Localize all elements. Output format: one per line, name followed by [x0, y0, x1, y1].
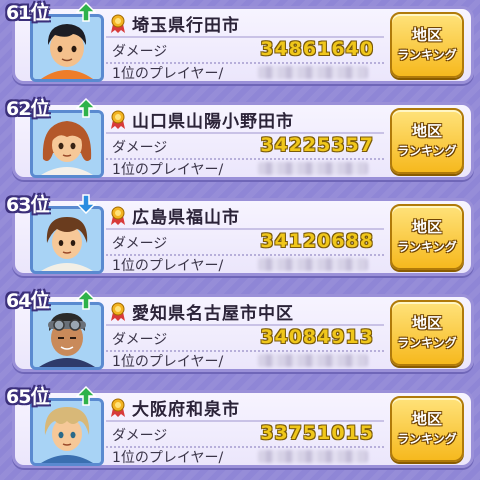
top-player-label: 1位のプレイヤー/: [112, 258, 224, 274]
avatar-girl-brown-hair-icon: [33, 113, 101, 175]
region-name: 埼玉県行田市: [132, 16, 240, 36]
top-player-label: 1位のプレイヤー/: [112, 450, 224, 466]
top-player-name-blurred: [258, 162, 368, 175]
rank-up-arrow-icon: [76, 2, 96, 22]
damage-value: 34225357: [260, 134, 374, 156]
medal-icon: [111, 110, 125, 129]
ranking-button-line2: ランキング: [397, 336, 457, 350]
ranking-button-line2: ランキング: [397, 432, 457, 446]
avatar-man-goggles-icon: [33, 305, 101, 367]
ranking-row: 62位 山口県山陽小野田市 ダメージ 34225357 1位のプレイヤー/ 地区…: [6, 96, 474, 182]
medal-icon: [111, 302, 125, 321]
top-player-label: 1位のプレイヤー/: [112, 354, 224, 370]
avatar-boy-blond-hair-icon: [33, 401, 101, 463]
top-player-name-blurred: [258, 258, 368, 271]
ranking-button-line1: 地区: [411, 26, 442, 44]
top-player-label: 1位のプレイヤー/: [112, 66, 224, 82]
damage-value: 34861640: [260, 38, 374, 60]
damage-label: ダメージ: [112, 44, 168, 60]
medal-icon: [111, 14, 125, 33]
rank-number: 65位: [6, 386, 49, 408]
ranking-button-line2: ランキング: [397, 144, 457, 158]
region-name: 山口県山陽小野田市: [132, 112, 294, 132]
ranking-button-line1: 地区: [411, 410, 442, 428]
ranking-button-line2: ランキング: [397, 240, 457, 254]
ranking-button-line1: 地区: [411, 314, 442, 332]
damage-value: 33751015: [260, 422, 374, 444]
ranking-row: 64位 愛知県名古屋市中区 ダメージ 34084913 1位のプレイヤー/ 地区…: [6, 288, 474, 374]
medal-icon: [111, 206, 125, 225]
ranking-button-line1: 地区: [411, 122, 442, 140]
avatar-boy-black-hair-icon: [33, 17, 101, 79]
rank-number: 63位: [6, 194, 49, 216]
ranking-row: 61位 埼玉県行田市 ダメージ 34861640 1位のプレイヤー/ 地区 ラン…: [6, 0, 474, 86]
top-player-name-blurred: [258, 450, 368, 463]
top-player-label: 1位のプレイヤー/: [112, 162, 224, 178]
region-name: 大阪府和泉市: [132, 400, 240, 420]
medal-icon: [111, 398, 125, 417]
region-name: 広島県福山市: [132, 208, 240, 228]
region-name: 愛知県名古屋市中区: [132, 304, 294, 324]
ranking-button-line2: ランキング: [397, 48, 457, 62]
ranking-button-line1: 地区: [411, 218, 442, 236]
rank-number: 61位: [6, 2, 49, 24]
damage-value: 34084913: [260, 326, 374, 348]
top-player-name-blurred: [258, 354, 368, 367]
rank-up-arrow-icon: [76, 98, 96, 118]
damage-label: ダメージ: [112, 140, 168, 156]
rank-down-arrow-icon: [76, 194, 96, 214]
region-ranking-button[interactable]: 地区 ランキング: [390, 204, 464, 270]
damage-label: ダメージ: [112, 428, 168, 444]
damage-value: 34120688: [260, 230, 374, 252]
region-ranking-button[interactable]: 地区 ランキング: [390, 300, 464, 366]
ranking-list: 61位 埼玉県行田市 ダメージ 34861640 1位のプレイヤー/ 地区 ラン…: [0, 0, 480, 480]
top-player-name-blurred: [258, 66, 368, 79]
ranking-row: 63位 広島県福山市 ダメージ 34120688 1位のプレイヤー/ 地区 ラン…: [6, 192, 474, 278]
ranking-row: 65位 大阪府和泉市 ダメージ 33751015 1位のプレイヤー/ 地区 ラン…: [6, 384, 474, 470]
rank-number: 62位: [6, 98, 49, 120]
region-ranking-button[interactable]: 地区 ランキング: [390, 396, 464, 462]
rank-up-arrow-icon: [76, 290, 96, 310]
damage-label: ダメージ: [112, 332, 168, 348]
rank-number: 64位: [6, 290, 49, 312]
avatar-boy-bowl-cut-icon: [33, 209, 101, 271]
region-ranking-button[interactable]: 地区 ランキング: [390, 12, 464, 78]
damage-label: ダメージ: [112, 236, 168, 252]
region-ranking-button[interactable]: 地区 ランキング: [390, 108, 464, 174]
rank-up-arrow-icon: [76, 386, 96, 406]
